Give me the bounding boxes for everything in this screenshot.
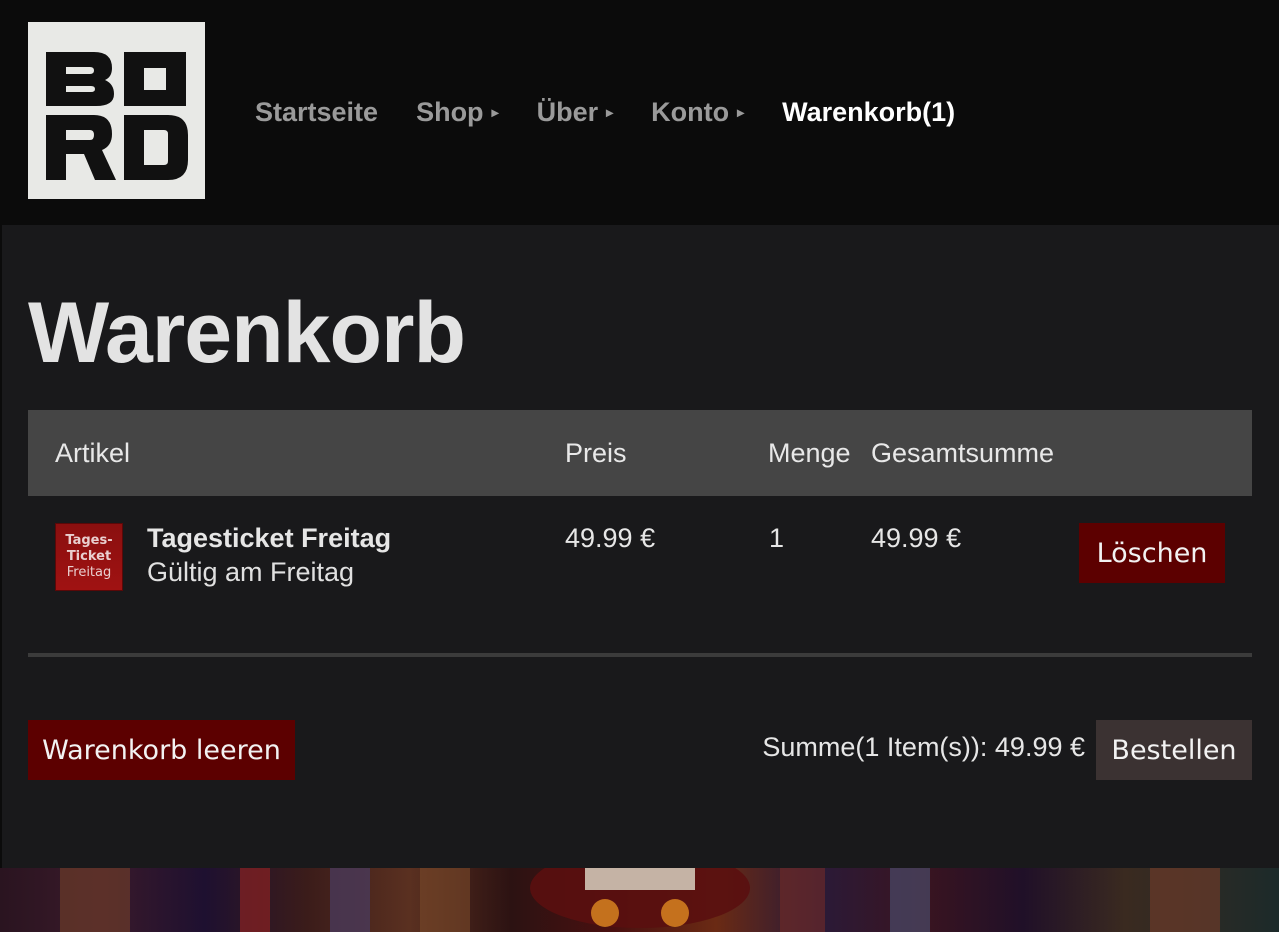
- nav-item-konto[interactable]: Konto ▸: [651, 97, 744, 128]
- column-header-price: Preis: [565, 438, 627, 468]
- site-header: Startseite Shop ▸ Über ▸ Konto ▸ Warenko…: [0, 0, 1279, 225]
- nav-item-warenkorb[interactable]: Warenkorb(1): [782, 97, 955, 128]
- clear-cart-button[interactable]: Warenkorb leeren: [28, 720, 295, 780]
- thumbnail-text: Tages-: [65, 533, 113, 548]
- product-price: 49.99 €: [565, 523, 656, 553]
- delete-button[interactable]: Löschen: [1079, 523, 1225, 583]
- nav-item-label: Shop: [416, 96, 484, 127]
- triangle-right-icon: ▸: [491, 103, 499, 120]
- product-name[interactable]: Tagesticket Freitag: [147, 523, 391, 554]
- product-thumbnail[interactable]: Tages- Ticket Freitag: [55, 523, 123, 591]
- cart-row: Tages- Ticket Freitag Tagesticket Freita…: [28, 496, 1252, 654]
- cart-table-header: Artikel Preis Menge Gesamtsumme: [28, 410, 1252, 496]
- column-header-total: Gesamtsumme: [871, 438, 1055, 468]
- triangle-right-icon: ▸: [606, 103, 614, 120]
- column-header-quantity: Menge: [768, 438, 851, 468]
- product-total: 49.99 €: [871, 523, 962, 553]
- nav-item-label: Über: [536, 96, 599, 127]
- triangle-right-icon: ▸: [737, 103, 745, 120]
- banner-graphic: [60, 868, 1220, 932]
- product-quantity: 1: [769, 523, 785, 553]
- order-button[interactable]: Bestellen: [1096, 720, 1252, 780]
- cart-sum: Summe(1 Item(s)): 49.99 €: [762, 732, 1085, 762]
- nav-item-startseite[interactable]: Startseite: [255, 97, 378, 128]
- nav-item-label: Konto: [651, 96, 730, 127]
- logo-graphic: [46, 52, 188, 180]
- footer-banner-image: [0, 868, 1279, 932]
- product-description: Gültig am Freitag: [147, 557, 355, 587]
- site-logo[interactable]: [28, 22, 205, 199]
- nav-item-label: Warenkorb(1): [782, 96, 956, 127]
- page-title: Warenkorb: [28, 285, 466, 381]
- nav-item-label: Startseite: [255, 96, 379, 127]
- thumbnail-text: Freitag: [66, 565, 112, 580]
- nav-item-ueber[interactable]: Über ▸: [537, 97, 614, 128]
- divider: [28, 653, 1252, 657]
- thumbnail-text: Ticket: [66, 549, 112, 564]
- nav-item-shop[interactable]: Shop ▸: [416, 97, 499, 128]
- column-header-article: Artikel: [55, 438, 131, 468]
- main-nav: Startseite Shop ▸ Über ▸ Konto ▸ Warenko…: [255, 92, 993, 132]
